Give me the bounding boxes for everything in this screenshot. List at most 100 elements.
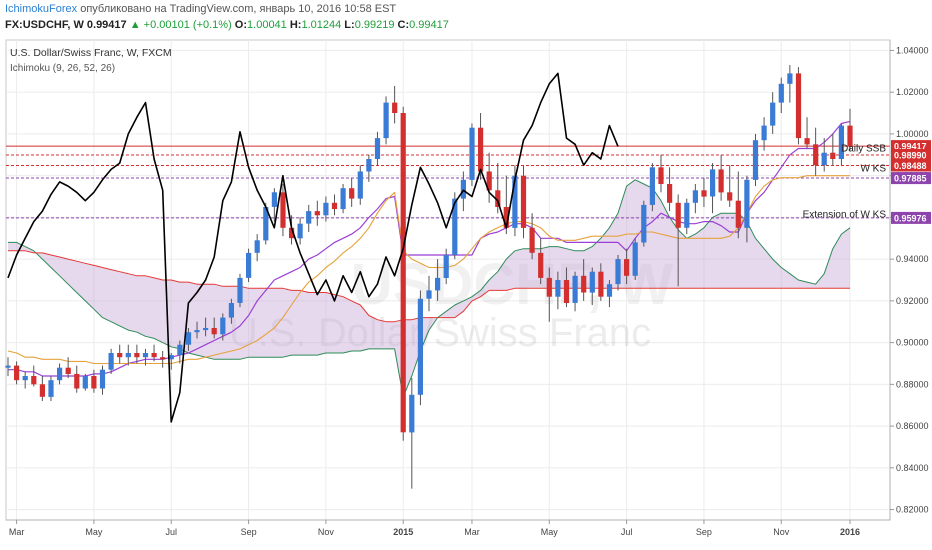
cloud-segment [841, 227, 850, 289]
y-tick-label: 0.88000 [896, 379, 929, 389]
candle [134, 353, 140, 358]
candle [744, 179, 750, 228]
cloud-segment [686, 234, 696, 289]
candle [538, 252, 544, 278]
candle [185, 332, 192, 345]
close-label: C: [397, 19, 410, 31]
candle [357, 171, 363, 199]
cloud-segment [171, 280, 180, 349]
x-tick-label: May [85, 527, 103, 537]
candle [74, 373, 80, 389]
candle [383, 102, 389, 139]
cloud-segment [514, 248, 524, 289]
candle [426, 290, 432, 299]
candle [220, 317, 226, 335]
x-tick-label: Sep [696, 527, 712, 537]
candle [752, 140, 759, 180]
candle [99, 369, 106, 389]
candle [280, 192, 286, 228]
cloud-segment [8, 242, 17, 251]
candle [22, 376, 28, 381]
cloud-segment [308, 292, 318, 356]
candle [830, 152, 836, 159]
candle [813, 144, 819, 166]
cloud-segment [128, 273, 137, 333]
cloud-segment [334, 294, 344, 353]
candle [701, 190, 707, 197]
y-tick-label: 0.92000 [896, 296, 929, 306]
candle [117, 353, 123, 358]
price-chart[interactable]: USDCHF, WU.S. Dollar/Swiss Franc0.820000… [0, 36, 932, 550]
candle [624, 259, 630, 276]
candle [417, 298, 423, 395]
open-value: 1.00041 [247, 19, 287, 31]
cloud-segment [377, 319, 386, 349]
cloud-segment [154, 277, 163, 343]
indicator-label: Ichimoku (9, 26, 52, 26) [10, 63, 115, 74]
publisher-link[interactable]: IchimokuForex [5, 3, 77, 15]
candle [271, 192, 277, 207]
candle [331, 202, 338, 210]
cloud-segment [721, 213, 730, 289]
annotation-label: Extension of W KS [803, 209, 887, 220]
candle [366, 159, 372, 172]
x-tick-label: Jul [621, 527, 633, 537]
candle [323, 202, 329, 216]
published-text: опубликовано на TradingView.com, январь … [77, 3, 397, 15]
candle [65, 367, 71, 374]
cloud-segment [343, 296, 352, 353]
candle [469, 127, 475, 180]
cloud-segment [325, 292, 335, 353]
low-label: L: [344, 19, 355, 31]
candle [692, 190, 698, 203]
high-value: 1.01244 [301, 19, 342, 31]
cloud-segment [119, 271, 129, 331]
high-label: H: [289, 19, 302, 31]
level-price-label: 0.97885 [894, 174, 927, 184]
candle [246, 252, 252, 278]
candle [5, 365, 11, 368]
candle [478, 127, 484, 172]
candle [39, 384, 45, 397]
candle [460, 179, 466, 199]
candle [787, 73, 793, 84]
candle [632, 242, 638, 276]
candle [795, 73, 802, 139]
candle [563, 280, 570, 303]
candle [409, 394, 415, 433]
candle [237, 277, 243, 303]
candle [581, 275, 587, 293]
candle [228, 303, 234, 318]
cloud-segment [102, 267, 112, 322]
candle [349, 188, 355, 199]
candle [735, 200, 741, 228]
close-value: 0.99417 [409, 19, 449, 31]
level-price-label: 0.98488 [894, 161, 927, 171]
candle [108, 353, 114, 370]
y-tick-label: 1.00000 [896, 129, 929, 139]
cloud-segment [703, 217, 713, 289]
candle [151, 353, 157, 358]
candle [761, 125, 767, 141]
y-tick-label: 0.94000 [896, 254, 929, 264]
x-tick-label: May [541, 527, 559, 537]
candle [658, 167, 664, 184]
price-change: ▲ +0.00101 (+0.1%) [129, 19, 232, 31]
candle [14, 365, 20, 381]
candle [589, 271, 595, 293]
low-value: 0.99219 [354, 19, 395, 31]
candle [675, 202, 681, 228]
candle [572, 275, 578, 303]
candle [598, 271, 604, 297]
cloud-segment [317, 292, 326, 356]
candle [615, 259, 621, 285]
cloud-segment [205, 284, 215, 360]
y-tick-label: 0.82000 [896, 505, 929, 515]
x-tick-label: 2015 [393, 527, 413, 537]
symbol-label: FX:USDCHF, W [5, 19, 84, 31]
open-label: O: [234, 19, 248, 31]
candle [804, 138, 810, 145]
x-tick-label: 2016 [840, 527, 860, 537]
candle [297, 223, 303, 239]
candle [177, 344, 183, 356]
